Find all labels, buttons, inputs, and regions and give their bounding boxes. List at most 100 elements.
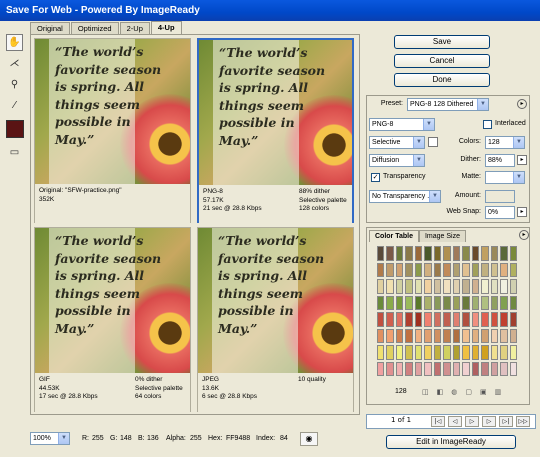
save-button[interactable]: Save (394, 35, 490, 49)
reduction-select[interactable]: Selective ▼ (369, 136, 425, 149)
palette-swatch[interactable] (377, 262, 385, 277)
color-palette-grid[interactable] (377, 246, 517, 376)
palette-swatch[interactable] (377, 312, 385, 327)
palette-swatch[interactable] (500, 312, 508, 327)
colors-select[interactable]: 128 ▼ (485, 136, 525, 149)
palette-swatch[interactable] (500, 328, 508, 343)
palette-swatch[interactable] (424, 262, 432, 277)
palette-swatch[interactable] (481, 246, 489, 261)
palette-swatch[interactable] (433, 345, 442, 360)
palette-swatch[interactable] (481, 312, 489, 327)
preview-pane-png8[interactable]: “The world’s favorite season is spring. … (197, 38, 354, 225)
palette-swatch[interactable] (405, 279, 413, 294)
palette-swatch[interactable] (462, 262, 470, 277)
palette-swatch[interactable] (481, 345, 489, 360)
preview-pane-gif[interactable]: “The world’s favorite season is spring. … (34, 227, 191, 413)
palette-swatch[interactable] (377, 279, 385, 294)
tab-4up[interactable]: 4-Up (150, 21, 182, 35)
palette-swatch[interactable] (509, 345, 517, 360)
palette-swatch[interactable] (471, 345, 480, 360)
palette-swatch[interactable] (414, 345, 423, 360)
palette-swatch[interactable] (443, 279, 451, 294)
palette-swatch[interactable] (395, 312, 404, 327)
palette-swatch[interactable] (433, 328, 442, 343)
palette-swatch[interactable] (377, 328, 385, 343)
palette-swatch[interactable] (433, 262, 442, 277)
palette-swatch[interactable] (462, 312, 470, 327)
palette-swatch[interactable] (462, 345, 470, 360)
palette-swatch[interactable] (395, 246, 404, 261)
palette-swatch[interactable] (509, 295, 517, 310)
palette-swatch[interactable] (452, 328, 461, 343)
palette-swatch[interactable] (462, 246, 470, 261)
palette-swatch[interactable] (481, 262, 489, 277)
palette-swatch[interactable] (414, 328, 423, 343)
palette-swatch[interactable] (414, 361, 423, 376)
palette-swatch[interactable] (424, 279, 432, 294)
palette-swatch[interactable] (395, 295, 404, 310)
eyedropper-color-swatch[interactable] (6, 120, 24, 138)
interlaced-checkbox[interactable] (483, 120, 492, 129)
palette-swatch[interactable] (405, 328, 413, 343)
palette-swatch[interactable] (386, 328, 394, 343)
palette-swatch[interactable] (462, 295, 470, 310)
palette-swatch[interactable] (443, 295, 451, 310)
palette-swatch[interactable] (490, 246, 499, 261)
palette-swatch[interactable] (471, 246, 480, 261)
palette-swatch[interactable] (424, 312, 432, 327)
transparency-checkbox[interactable]: ✓ (371, 173, 380, 182)
palette-swatch[interactable] (424, 246, 432, 261)
palette-swatch[interactable] (386, 361, 394, 376)
palette-swatch[interactable] (462, 328, 470, 343)
cancel-button[interactable]: Cancel (394, 54, 490, 68)
palette-swatch[interactable] (509, 312, 517, 327)
nav-first-icon[interactable]: |◁ (431, 416, 445, 427)
palette-swatch[interactable] (433, 361, 442, 376)
nav-next-page-icon[interactable]: ▷ (482, 416, 496, 427)
palette-swatch[interactable] (395, 361, 404, 376)
palette-swatch[interactable] (414, 246, 423, 261)
palette-swatch[interactable] (500, 262, 508, 277)
palette-swatch[interactable] (481, 295, 489, 310)
palette-swatch[interactable] (481, 361, 489, 376)
preview-pane-original[interactable]: “The world’s favorite season is spring. … (34, 38, 191, 224)
palette-swatch[interactable] (386, 279, 394, 294)
palette-swatch[interactable] (424, 361, 432, 376)
palette-swatch[interactable] (386, 312, 394, 327)
palette-swatch[interactable] (405, 262, 413, 277)
palette-swatch[interactable] (452, 246, 461, 261)
palette-swatch[interactable] (481, 328, 489, 343)
palette-swatch[interactable] (471, 328, 480, 343)
palette-swatch[interactable] (471, 312, 480, 327)
palette-swatch[interactable] (509, 361, 517, 376)
nav-next-icon[interactable]: ▷ (465, 416, 479, 427)
palette-swatch[interactable] (386, 246, 394, 261)
palette-swatch[interactable] (471, 361, 480, 376)
format-select[interactable]: PNG-8 ▼ (369, 118, 435, 131)
palette-swatch[interactable] (443, 312, 451, 327)
palette-swatch[interactable] (395, 279, 404, 294)
optimize-menu-icon[interactable]: ▸ (517, 99, 527, 109)
palette-swatch[interactable] (377, 361, 385, 376)
matte-select[interactable]: ▼ (485, 171, 525, 184)
palette-swatch[interactable] (377, 345, 385, 360)
palette-swatch[interactable] (500, 279, 508, 294)
slice-select-icon[interactable]: ⋌ (6, 55, 23, 72)
preview-in-browser-icon[interactable]: ◉ (300, 432, 318, 446)
eyedropper-icon[interactable]: ⁄ (6, 97, 23, 114)
palette-swatch[interactable] (500, 246, 508, 261)
palette-swatch[interactable] (377, 246, 385, 261)
done-button[interactable]: Done (394, 73, 490, 87)
palette-swatch[interactable] (471, 295, 480, 310)
palette-swatch[interactable] (471, 279, 480, 294)
palette-swatch[interactable] (395, 345, 404, 360)
palette-swatch[interactable] (509, 246, 517, 261)
palette-swatch[interactable] (443, 246, 451, 261)
palette-swatch[interactable] (433, 279, 442, 294)
transparency-dither-select[interactable]: No Transparency ... ▼ (369, 190, 441, 203)
palette-swatch[interactable] (443, 328, 451, 343)
color-table-menu-icon[interactable]: ▸ (519, 230, 529, 240)
palette-swatch[interactable] (471, 262, 480, 277)
palette-swatch[interactable] (386, 262, 394, 277)
palette-swatch[interactable] (490, 279, 499, 294)
